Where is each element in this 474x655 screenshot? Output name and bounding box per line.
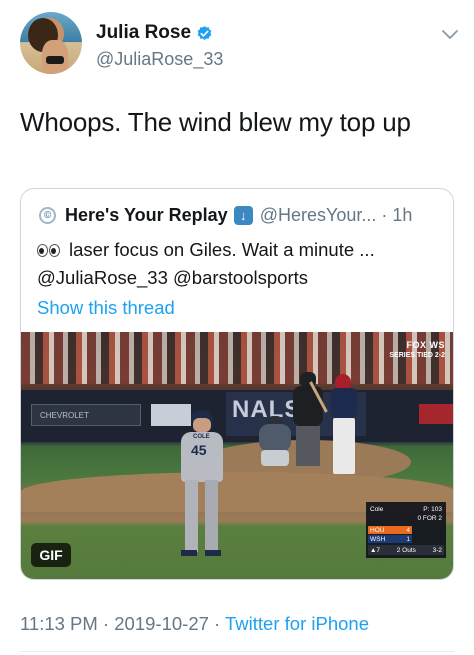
quoted-author-handle[interactable]: @HeresYour...: [260, 205, 377, 226]
scorebug-outs: 2 Outs: [396, 547, 416, 554]
batter-figure: [309, 370, 361, 480]
broadcast-logo: FOX WS SERIES TIED 2-2: [389, 340, 445, 359]
tweet-source-link[interactable]: Twitter for iPhone: [225, 613, 369, 634]
scorebug-score-2: 1: [406, 536, 410, 543]
pitcher-jersey-number: 45: [191, 442, 207, 458]
tweet-metadata: 11:13 PM · 2019-10-27 · Twitter for iPho…: [20, 613, 369, 635]
chevron-down-icon[interactable]: [440, 28, 460, 42]
gif-badge: GIF: [31, 543, 71, 567]
author-avatar[interactable]: [20, 12, 82, 74]
separator-dot: ·: [381, 205, 388, 225]
umpire-figure: [291, 372, 325, 468]
network-label: FOX WS: [406, 340, 445, 350]
quoted-tweet-text-line1: laser focus on Giles. Wait a minute ...: [37, 239, 375, 261]
quoted-tweet-time[interactable]: 1h: [392, 205, 412, 226]
red-ad-board: [419, 404, 453, 424]
quoted-tweet-header: © Here's Your Replay ↓ @HeresYour... · 1…: [39, 205, 412, 226]
metadata-separator: ·: [214, 613, 221, 634]
author-handle[interactable]: @JuliaRose_33: [96, 49, 223, 70]
scorebug-batter-line: 0 FOR 2: [417, 515, 442, 522]
quoted-tweet-text: laser focus on Giles. Wait a minute ...: [69, 239, 375, 260]
scorebug-team-1: HOU: [370, 527, 385, 534]
scorebug-score-1: 4: [406, 527, 410, 534]
author-display-name[interactable]: Julia Rose: [96, 22, 191, 44]
scorebug-pitch-count: P: 103: [423, 506, 442, 513]
scorebug-pitcher: Cole: [370, 506, 384, 513]
scorebug: Cole P: 103 0 FOR 2 HOU 4 WSH 1 ▲7 2 Out…: [366, 502, 446, 558]
tweet-time[interactable]: 11:13 PM: [20, 613, 98, 634]
scorebug-team-2: WSH: [370, 536, 386, 543]
catcher-figure: [257, 416, 293, 468]
author-name-row: Julia Rose: [96, 22, 213, 44]
tweet-text: Whoops. The wind blew my top up: [20, 107, 411, 137]
quoted-author-avatar[interactable]: ©: [39, 207, 56, 224]
quoted-tweet-card[interactable]: © Here's Your Replay ↓ @HeresYour... · 1…: [20, 188, 454, 580]
pitcher-jersey-name: COLE: [193, 434, 210, 440]
down-arrow-emoji-icon: ↓: [233, 206, 253, 225]
series-status: SERIES TIED 2-2: [389, 352, 445, 359]
quoted-tweet-mentions[interactable]: @JuliaRose_33 @barstoolsports: [37, 267, 308, 289]
chevrolet-ad: CHEVROLET: [31, 404, 141, 426]
scorebug-count: 3-2: [432, 547, 442, 554]
pitcher-figure: COLE 45: [179, 410, 225, 560]
eyes-emoji-icon: [37, 243, 61, 257]
show-thread-link[interactable]: Show this thread: [37, 297, 175, 319]
gif-media[interactable]: CHEVROLET NALS COLE 45 FOX WS SERIES TIE…: [21, 332, 453, 579]
metadata-separator: ·: [102, 613, 110, 634]
quoted-author-name[interactable]: Here's Your Replay: [65, 205, 228, 226]
scorebug-inning: ▲7: [370, 547, 381, 554]
divider: [20, 651, 454, 652]
tweet-header: Julia Rose @JuliaRose_33: [20, 12, 460, 78]
tweet-date[interactable]: 2019-10-27: [114, 613, 209, 634]
verified-badge-icon: [197, 25, 212, 40]
